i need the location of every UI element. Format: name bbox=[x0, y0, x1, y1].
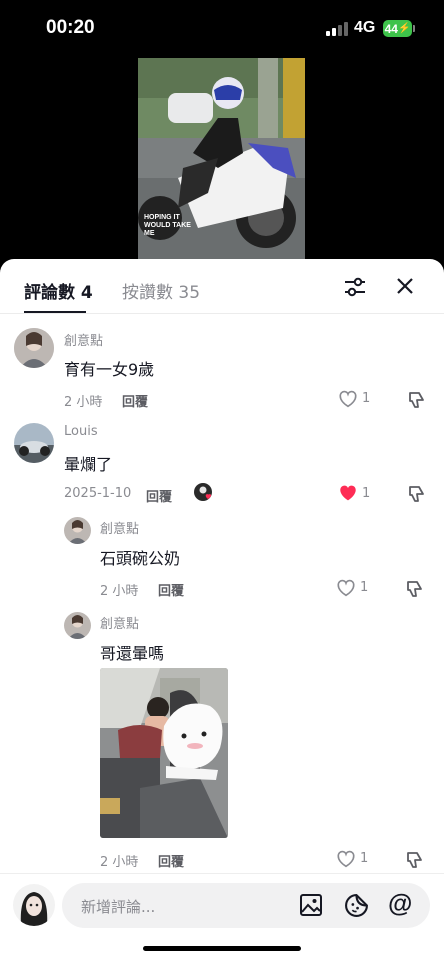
like-count: 1 bbox=[360, 580, 369, 595]
comment-text: 育有一女9歲 bbox=[64, 360, 155, 379]
like-count: 1 bbox=[362, 391, 371, 406]
sticker-icon[interactable] bbox=[344, 893, 369, 918]
tab-bar: 評論數 4 按讚數 35 bbox=[0, 259, 444, 314]
reply-button[interactable]: 回覆 bbox=[146, 486, 172, 505]
avatar[interactable] bbox=[64, 517, 91, 544]
avatar[interactable] bbox=[14, 328, 54, 368]
heart-icon[interactable] bbox=[336, 850, 356, 868]
image-icon[interactable] bbox=[299, 893, 323, 917]
network-type: 4G bbox=[354, 19, 376, 36]
comment-time: 2 小時 bbox=[64, 395, 103, 410]
tab-underline bbox=[24, 311, 86, 313]
dislike-icon[interactable] bbox=[404, 850, 424, 870]
comment-username[interactable]: Louis bbox=[64, 424, 98, 439]
comment-text: 暈爛了 bbox=[64, 455, 113, 474]
comment-username[interactable]: 創意點 bbox=[100, 518, 139, 537]
signal-icon bbox=[326, 22, 348, 36]
reply-button[interactable]: 回覆 bbox=[158, 851, 184, 870]
status-time: 00:20 bbox=[46, 17, 95, 38]
mention-icon[interactable]: @ bbox=[388, 890, 412, 919]
video-overlay-text: ME bbox=[144, 230, 155, 237]
video-overlay-text: HOPING IT bbox=[144, 214, 180, 221]
video-overlay-text: WOULD TAKE bbox=[144, 222, 191, 229]
dislike-icon[interactable] bbox=[406, 390, 426, 410]
comment-time: 2 小時 bbox=[100, 855, 139, 870]
heart-icon[interactable] bbox=[338, 390, 358, 408]
heart-icon[interactable] bbox=[338, 484, 358, 502]
filter-icon[interactable] bbox=[344, 276, 366, 298]
like-count: 1 bbox=[362, 486, 371, 501]
battery-icon: 44 ⚡ bbox=[383, 20, 412, 37]
comment-input[interactable]: 新增評論... @ bbox=[62, 883, 430, 928]
tab-likes[interactable]: 按讚數 35 bbox=[122, 278, 200, 303]
tab-comments[interactable]: 評論數 4 bbox=[24, 278, 93, 303]
comment-time: 2025-1-10 bbox=[64, 486, 132, 501]
comment-composer: 新增評論... @ bbox=[0, 873, 444, 960]
dislike-icon[interactable] bbox=[404, 579, 424, 599]
user-avatar[interactable] bbox=[13, 884, 55, 926]
heart-icon[interactable] bbox=[336, 579, 356, 597]
close-icon[interactable] bbox=[395, 276, 415, 296]
video-thumbnail[interactable]: HOPING IT WOULD TAKE ME bbox=[138, 58, 305, 259]
like-count: 1 bbox=[360, 851, 369, 866]
comment-time: 2 小時 bbox=[100, 584, 139, 599]
comment-image[interactable] bbox=[100, 668, 228, 838]
battery-level: 44 bbox=[384, 21, 398, 36]
comment-text: 哥還暈嗎 bbox=[100, 644, 165, 663]
comment-sheet: 評論數 4 按讚數 35 創意點 育有一女9歲 2 小時 回覆 1 Louis bbox=[0, 259, 444, 960]
comment-username[interactable]: 創意點 bbox=[64, 330, 103, 349]
dislike-icon[interactable] bbox=[406, 484, 426, 504]
reply-button[interactable]: 回覆 bbox=[122, 391, 148, 410]
comment-username[interactable]: 創意點 bbox=[100, 613, 139, 632]
comment-text: 石頭碗公奶 bbox=[100, 549, 181, 568]
comment-input-placeholder: 新增評論... bbox=[81, 898, 156, 916]
creator-liked-badge bbox=[194, 483, 214, 503]
avatar[interactable] bbox=[14, 423, 54, 463]
home-indicator bbox=[143, 946, 301, 951]
reply-button[interactable]: 回覆 bbox=[158, 580, 184, 599]
status-bar: 00:20 4G 44 ⚡ bbox=[0, 0, 444, 58]
avatar[interactable] bbox=[64, 612, 91, 639]
